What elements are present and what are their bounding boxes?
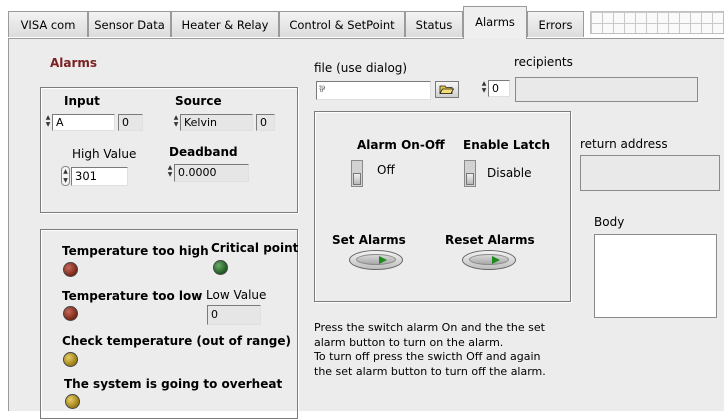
temp-too-low-label: Temperature too low: [62, 289, 203, 303]
tab-bar-empty-grid: [590, 11, 724, 34]
alarm-on-off-state: Off: [377, 163, 395, 177]
recipients-spin-icon[interactable]: ▲ ▼: [481, 80, 487, 95]
input-ring[interactable]: A: [52, 114, 115, 131]
recipients-index[interactable]: 0: [488, 80, 510, 97]
reset-alarms-label: Reset Alarms: [445, 233, 535, 247]
help-text: Press the switch alarm On and the the se…: [314, 321, 546, 378]
high-value-stepper-icon[interactable]: ▲ ▼: [61, 166, 70, 186]
tab-errors[interactable]: Errors: [527, 11, 584, 37]
overheat-led-icon: [65, 394, 80, 409]
tab-alarms[interactable]: Alarms: [463, 6, 527, 39]
source-ring[interactable]: Kelvin: [180, 114, 253, 131]
body-field[interactable]: [594, 234, 717, 318]
recipients-list[interactable]: [515, 77, 698, 102]
high-value-field[interactable]: 301: [71, 167, 128, 186]
critical-point-label: Critical point: [211, 241, 299, 255]
body-label: Body: [594, 215, 625, 229]
run-arrow-icon: [379, 256, 387, 264]
tab-heater-relay[interactable]: Heater & Relay: [171, 11, 279, 37]
run-arrow-icon: [492, 256, 500, 264]
source-index: 0: [256, 114, 275, 131]
check-temperature-led-icon: [63, 352, 78, 367]
overheat-label: The system is going to overheat: [64, 377, 283, 391]
return-address-field[interactable]: [580, 155, 720, 191]
set-alarms-label: Set Alarms: [332, 233, 406, 247]
deadband-spin-icon[interactable]: ▲ ▼: [167, 164, 173, 179]
tab-visa-com[interactable]: VISA com: [8, 11, 88, 37]
enable-latch-state: Disable: [487, 166, 532, 180]
critical-point-led-icon: [213, 260, 228, 275]
low-value-field: 0: [207, 305, 261, 325]
source-label: Source: [175, 94, 222, 108]
low-value-label: Low Value: [206, 288, 267, 302]
input-index: 0: [118, 114, 143, 131]
tab-bar: VISA com Sensor Data Heater & Relay Cont…: [0, 0, 724, 39]
folder-open-icon: [439, 85, 455, 94]
recipients-label: recipients: [514, 55, 573, 69]
temp-too-high-label: Temperature too high: [62, 244, 209, 258]
set-alarms-button[interactable]: [349, 250, 403, 270]
return-address-label: return address: [580, 137, 668, 151]
check-temperature-label: Check temperature (out of range): [62, 334, 291, 348]
alarm-on-off-label: Alarm On-Off: [357, 138, 445, 152]
input-label: Input: [64, 94, 100, 108]
alarm-on-off-switch[interactable]: [351, 160, 363, 187]
folder-browse-button[interactable]: [435, 81, 459, 98]
reset-alarms-button[interactable]: [462, 250, 516, 270]
source-spin-icon[interactable]: ▲ ▼: [173, 114, 179, 129]
file-path-input[interactable]: [316, 81, 431, 100]
high-value-label: High Value: [72, 147, 137, 161]
input-spin-icon[interactable]: ▲ ▼: [45, 114, 51, 129]
tab-status[interactable]: Status: [405, 11, 463, 37]
temp-too-low-led-icon: [63, 306, 78, 321]
path-icon: ⅌: [319, 85, 325, 95]
alarms-panel: Alarms Input Source ▲ ▼ A 0 ▲ ▼ Kelvin 0 H…: [8, 38, 724, 419]
tab-control-setpoint[interactable]: Control & SetPoint: [279, 11, 405, 37]
file-label: file (use dialog): [314, 61, 408, 75]
tab-sensor-data[interactable]: Sensor Data: [88, 11, 171, 37]
deadband-field[interactable]: 0.0000: [174, 164, 249, 182]
temp-too-high-led-icon: [63, 262, 78, 277]
alarms-section-title: Alarms: [50, 56, 98, 70]
deadband-label: Deadband: [169, 145, 238, 159]
enable-latch-label: Enable Latch: [463, 138, 550, 152]
enable-latch-switch[interactable]: [464, 160, 476, 187]
